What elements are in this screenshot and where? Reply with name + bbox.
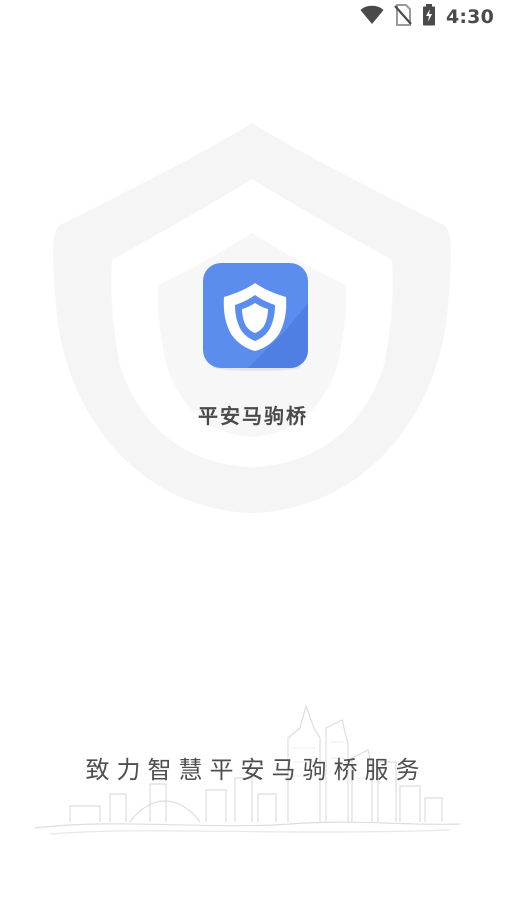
- status-icons: 4:30: [360, 4, 494, 30]
- wifi-icon: [360, 5, 384, 29]
- no-sim-icon: [394, 4, 412, 30]
- status-time: 4:30: [445, 6, 494, 28]
- battery-charging-icon: [422, 4, 436, 30]
- app-name: 平安马驹桥: [198, 404, 308, 428]
- slogan: 致力智慧平安马驹桥服务: [85, 756, 427, 784]
- status-bar: 4:30: [0, 0, 506, 34]
- app-logo-icon: [203, 263, 308, 371]
